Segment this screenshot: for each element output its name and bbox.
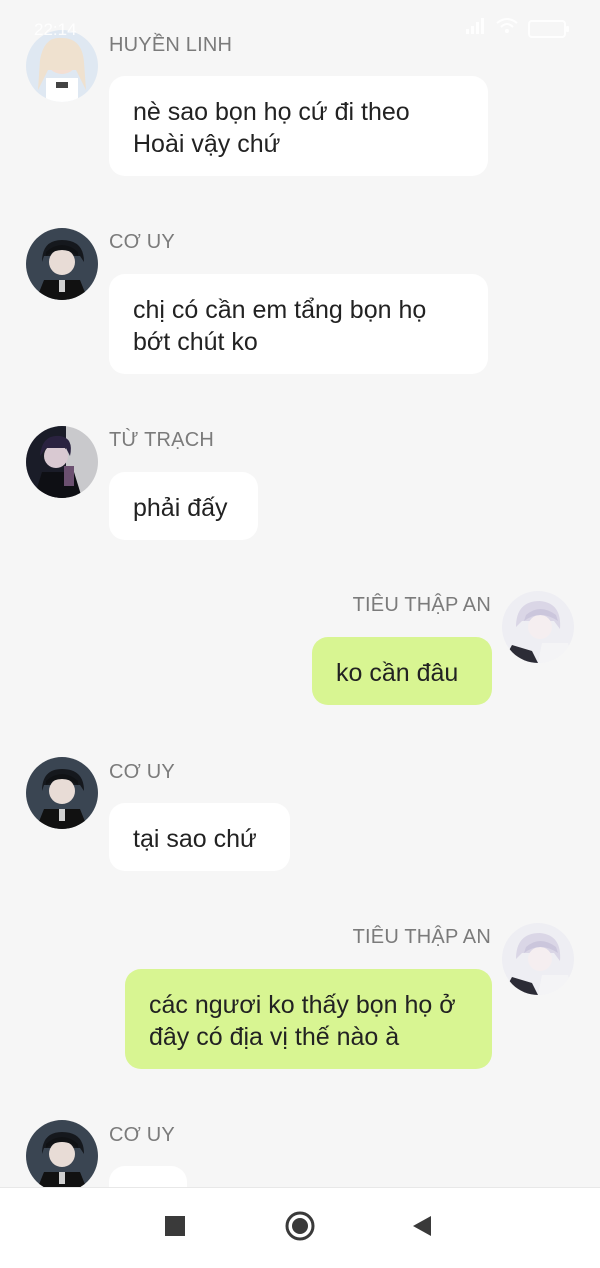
avatar-co-uy[interactable]	[26, 757, 98, 829]
sender-name: CƠ UY	[109, 1124, 175, 1146]
recents-square-icon	[164, 1215, 186, 1242]
my-message-bubble[interactable]: các ngươi ko thấy bọn họ ở đây có địa vị…	[125, 969, 492, 1069]
message-bubble[interactable]: nè sao bọn họ cứ đi theo Hoài vậy chứ	[109, 76, 488, 176]
status-time: 22:14	[34, 20, 77, 39]
battery-icon	[528, 19, 569, 38]
home-button[interactable]	[260, 1188, 340, 1268]
avatar-co-uy[interactable]	[26, 228, 98, 300]
message-bubble[interactable]: chị có cần em tẩng bọn họ bớt chút ko	[109, 274, 488, 374]
message-bubble[interactable]	[109, 1166, 187, 1187]
avatar-tieu-thap-an[interactable]	[502, 923, 574, 995]
sender-name: TIÊU THẬP AN	[352, 926, 491, 948]
sender-name: CƠ UY	[109, 761, 175, 783]
message-bubble[interactable]: tại sao chứ	[109, 803, 290, 871]
sender-name: TỪ TRẠCH	[109, 429, 214, 451]
system-navigation-bar	[0, 1187, 600, 1268]
status-bar: 22:14	[0, 0, 600, 58]
back-triangle-icon	[411, 1214, 433, 1243]
sender-name: CƠ UY	[109, 231, 175, 253]
sender-name: TIÊU THẬP AN	[352, 594, 491, 616]
back-button[interactable]	[382, 1188, 462, 1268]
avatar-tieu-thap-an[interactable]	[502, 591, 574, 663]
signal-icon	[466, 18, 486, 39]
recents-button[interactable]	[135, 1188, 215, 1268]
home-circle-icon	[284, 1210, 316, 1247]
chat-message-list[interactable]: HUYỀN LINH nè sao bọn họ cứ đi theo Hoài…	[0, 0, 600, 1187]
wifi-icon	[496, 18, 518, 39]
status-icons	[466, 18, 569, 39]
avatar-tu-trach[interactable]	[26, 426, 98, 498]
message-bubble[interactable]: phải đấy	[109, 472, 258, 540]
avatar-co-uy[interactable]	[26, 1120, 98, 1187]
my-message-bubble[interactable]: ko cần đâu	[312, 637, 492, 705]
